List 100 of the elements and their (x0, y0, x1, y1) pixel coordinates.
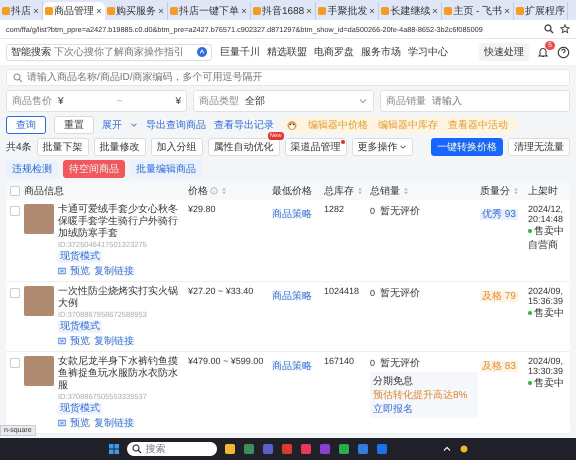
row-checkbox[interactable] (10, 358, 20, 368)
column-header[interactable]: 价格 (188, 184, 228, 198)
filter-field[interactable]: 商品售价 ¥ ~ ¥ (6, 90, 187, 112)
taskbar-search-input[interactable]: 搜索 (146, 444, 212, 454)
column-header[interactable]: 总销量 (370, 184, 410, 198)
chevron-down-icon[interactable] (358, 96, 368, 106)
listing-time: 13:30:39 (528, 366, 564, 376)
expand-link[interactable]: 展开 (102, 118, 122, 132)
preview-link[interactable]: 预览 (70, 416, 90, 430)
preview-icon (58, 419, 66, 427)
signup-link[interactable]: 立即报名 (373, 402, 413, 416)
toolbar-button[interactable]: 更多操作 (352, 138, 413, 156)
reset-button[interactable]: 重置 (54, 116, 94, 134)
close-icon[interactable] (368, 7, 376, 15)
strategy-link[interactable]: 商品策略 (272, 209, 312, 220)
query-button[interactable]: 查询 (6, 116, 46, 134)
quality-score-tag: 及格 83 (480, 361, 518, 372)
column-header[interactable]: 商品信息 (24, 184, 64, 198)
browser-tab[interactable]: 商品管理 (43, 2, 105, 20)
filter-field[interactable]: 商品销量 请输入 (380, 90, 570, 112)
photo-placeholder (24, 286, 54, 316)
app-icon[interactable] (300, 443, 312, 455)
product-title[interactable]: 女款尼龙半身下水裤钓鱼摸鱼裤捉鱼玩水服防水衣防水服 (58, 356, 186, 392)
help-icon[interactable] (557, 46, 570, 58)
sales-input[interactable]: 请输入 (432, 96, 564, 106)
copy-link[interactable]: 复制链接 (94, 416, 134, 430)
nav-link[interactable]: 服务市场 (361, 45, 401, 59)
close-icon[interactable] (240, 7, 248, 15)
copy-link[interactable]: 复制链接 (94, 334, 134, 348)
nav-link[interactable]: 电商罗盘 (314, 45, 354, 59)
toolbar-button[interactable]: 违规检测 (6, 160, 58, 178)
nav-link[interactable]: 学习中心 (408, 45, 448, 59)
product-title[interactable]: 卡通可爱绒手套少女心秋冬保暖手套学生骑行户外骑行加绒防寒手套 (58, 204, 186, 240)
status-text: 售卖中 (534, 306, 564, 320)
copy-link[interactable]: 复制链接 (94, 264, 134, 278)
close-icon[interactable] (431, 7, 440, 15)
app-icon[interactable] (224, 443, 236, 455)
favicon-icon (45, 7, 53, 15)
app-icon[interactable] (376, 443, 388, 455)
export-link[interactable]: 导出查询商品 (146, 118, 206, 132)
app-icon[interactable] (338, 443, 350, 455)
promo-text: 预估转化提升高达8% (373, 388, 468, 402)
stock-text: 167140 (324, 356, 356, 366)
close-icon[interactable] (503, 7, 512, 15)
favicon-icon (2, 7, 10, 15)
status-text: 售卖中 (534, 376, 564, 390)
select-all-checkbox[interactable] (10, 186, 20, 196)
stock-text: 1024418 (324, 286, 360, 296)
toolbar-button[interactable]: 清理无流量 (508, 138, 570, 156)
bell-icon[interactable] (537, 46, 549, 58)
toolbar-button[interactable]: 批量下架 (36, 138, 89, 156)
status-text: 售卖中 (534, 224, 564, 238)
taskbar-search-field[interactable]: 搜索 (126, 442, 216, 456)
favicon-icon (318, 7, 326, 15)
strategy-link[interactable]: 商品策略 (272, 291, 312, 302)
nav-link[interactable]: 巨量千川 (220, 45, 260, 59)
search-icon (132, 444, 142, 454)
price-from-field[interactable]: ¥ (58, 96, 64, 106)
favicon-icon (444, 7, 452, 15)
strategy-link[interactable]: 商品策略 (272, 361, 312, 372)
row-checkbox[interactable] (10, 288, 20, 298)
close-icon[interactable] (95, 7, 103, 15)
sales-text: 0 (370, 358, 376, 368)
sales-text: 0 (370, 288, 376, 298)
toolbar-button[interactable]: 属性自动优化 (208, 138, 280, 156)
app-icon[interactable] (242, 443, 254, 455)
toolbar-button[interactable]: 一键转换价格 (431, 138, 503, 156)
price-to-field[interactable]: ¥ (175, 96, 181, 106)
quick-action-button[interactable]: 快速处理 (479, 43, 529, 61)
star-icon[interactable] (560, 24, 570, 34)
listing-date: 2024/12, (528, 204, 564, 214)
row-checkbox[interactable] (10, 206, 20, 216)
sales-text: 0 (370, 206, 376, 216)
stock-text: 1282 (324, 204, 346, 214)
windows-icon[interactable] (108, 443, 120, 455)
preview-icon (58, 337, 66, 345)
filter-field[interactable]: 商品类型 全部 (193, 90, 374, 112)
preview-link[interactable]: 预览 (70, 264, 90, 278)
ai-search-icon[interactable] (197, 47, 207, 57)
column-header[interactable]: 质量分 (480, 184, 520, 198)
column-header[interactable]: 总库存 (324, 184, 364, 198)
search-icon (13, 72, 23, 82)
close-icon[interactable] (305, 7, 314, 15)
notice-dot (340, 140, 345, 144)
preview-link[interactable]: 预览 (70, 334, 90, 348)
zoom-icon[interactable] (544, 24, 554, 34)
toolbar-button[interactable]: 加入分组 (150, 138, 203, 156)
chevron-down-icon[interactable] (130, 121, 138, 129)
toolbar-button[interactable]: 渠道品管理 (284, 138, 347, 156)
toolbar-button[interactable]: 批量编辑商品 (130, 160, 202, 178)
nav-link[interactable]: 精选联盟 (267, 45, 307, 59)
close-icon[interactable] (157, 7, 165, 15)
app-icon[interactable] (356, 443, 368, 455)
export-link[interactable]: 查看导出记录 (214, 118, 274, 132)
column-header[interactable]: 最低价格 (272, 184, 312, 198)
column-header[interactable]: 上架时 (528, 184, 558, 198)
toolbar-button[interactable]: 批量修改 (94, 138, 146, 156)
close-icon[interactable] (32, 7, 40, 15)
product-title[interactable]: 一次性防尘烧烤实打实火锅大例 (58, 286, 186, 310)
type-select[interactable]: 全部 (245, 94, 352, 108)
